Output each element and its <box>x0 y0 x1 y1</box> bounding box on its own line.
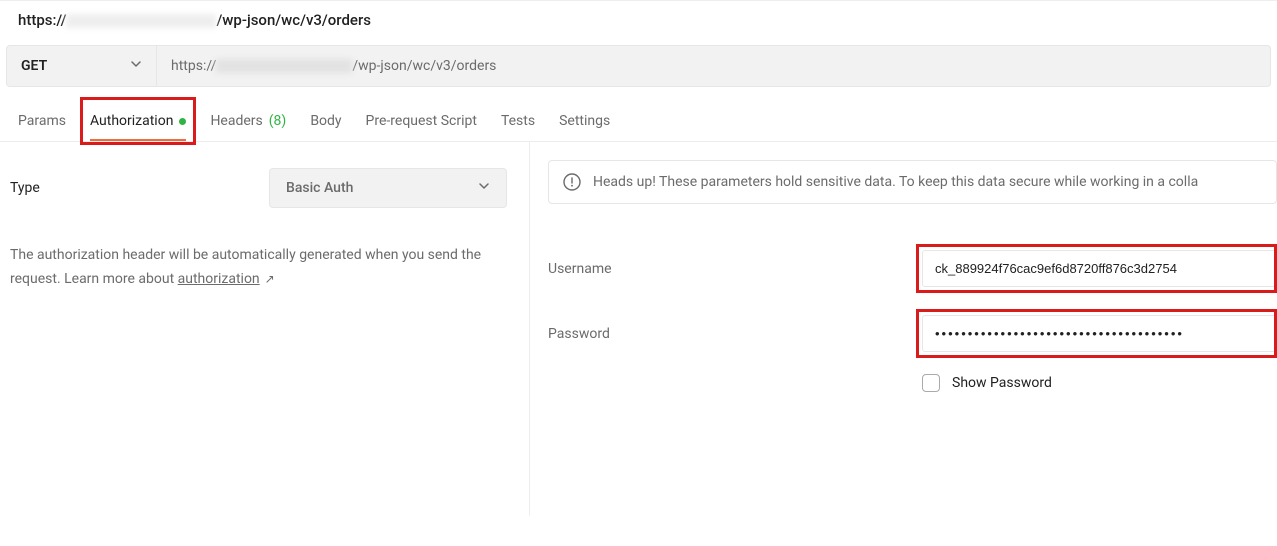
request-url-display: https:// /wp-json/wc/v3/orders <box>18 11 371 29</box>
auth-type-value: Basic Auth <box>286 180 353 196</box>
request-tabs: Params Authorization Headers (8) Body Pr… <box>0 103 1277 142</box>
tab-authorization[interactable]: Authorization <box>90 103 186 141</box>
tab-body[interactable]: Body <box>310 103 341 141</box>
tab-label: Tests <box>501 113 535 129</box>
tab-label: Params <box>18 113 66 129</box>
url-input[interactable]: https:// /wp-json/wc/v3/orders <box>171 58 496 74</box>
url-path: /wp-json/wc/v3/orders <box>216 11 371 29</box>
sensitive-data-notice: Heads up! These parameters hold sensitiv… <box>548 160 1277 204</box>
tab-prerequest[interactable]: Pre-request Script <box>366 103 477 141</box>
notice-text: Heads up! These parameters hold sensitiv… <box>593 174 1198 190</box>
tab-label: Pre-request Script <box>366 113 477 129</box>
password-label: Password <box>548 326 922 342</box>
url-input-prefix: https:// <box>171 58 216 74</box>
authorization-link[interactable]: authorization <box>178 271 260 287</box>
method-label: GET <box>21 58 47 74</box>
redacted-host-input <box>216 59 352 73</box>
auth-type-select[interactable]: Basic Auth <box>269 168 507 208</box>
request-title-bar: https:// /wp-json/wc/v3/orders <box>0 0 1277 45</box>
url-prefix: https:// <box>18 11 66 29</box>
password-input[interactable] <box>922 315 1277 352</box>
auth-right-panel: Heads up! These parameters hold sensitiv… <box>530 142 1277 516</box>
url-input-path: /wp-json/wc/v3/orders <box>352 58 496 74</box>
headers-count: (8) <box>269 113 287 129</box>
request-method-row: GET https:// /wp-json/wc/v3/orders <box>6 45 1271 87</box>
tab-params[interactable]: Params <box>18 103 66 141</box>
show-password-checkbox[interactable] <box>922 374 940 392</box>
tab-label: Body <box>310 113 341 129</box>
method-select[interactable]: GET <box>7 46 157 86</box>
warning-icon <box>563 173 581 191</box>
auth-type-label: Type <box>10 180 40 196</box>
auth-left-panel: Type Basic Auth The authorization header… <box>0 142 530 516</box>
tab-tests[interactable]: Tests <box>501 103 535 141</box>
tab-label: Authorization <box>90 113 173 129</box>
tab-label: Headers <box>210 113 262 129</box>
password-row: Password <box>548 315 1277 352</box>
username-input[interactable] <box>922 250 1277 287</box>
external-link-icon: ↗ <box>262 272 275 286</box>
username-label: Username <box>548 261 922 277</box>
url-input-wrap[interactable]: https:// /wp-json/wc/v3/orders <box>157 46 1270 86</box>
tab-headers[interactable]: Headers (8) <box>210 103 286 141</box>
username-row: Username <box>548 250 1277 287</box>
status-dot-icon <box>179 118 186 125</box>
redacted-host <box>66 14 216 28</box>
tab-label: Settings <box>559 113 610 129</box>
auth-type-row: Type Basic Auth <box>10 168 507 208</box>
chevron-down-icon <box>478 180 490 196</box>
chevron-down-icon <box>130 58 142 74</box>
show-password-row: Show Password <box>922 374 1277 392</box>
show-password-label: Show Password <box>952 375 1052 391</box>
auth-body: Type Basic Auth The authorization header… <box>0 142 1277 516</box>
auth-description: The authorization header will be automat… <box>10 244 507 292</box>
tab-settings[interactable]: Settings <box>559 103 610 141</box>
